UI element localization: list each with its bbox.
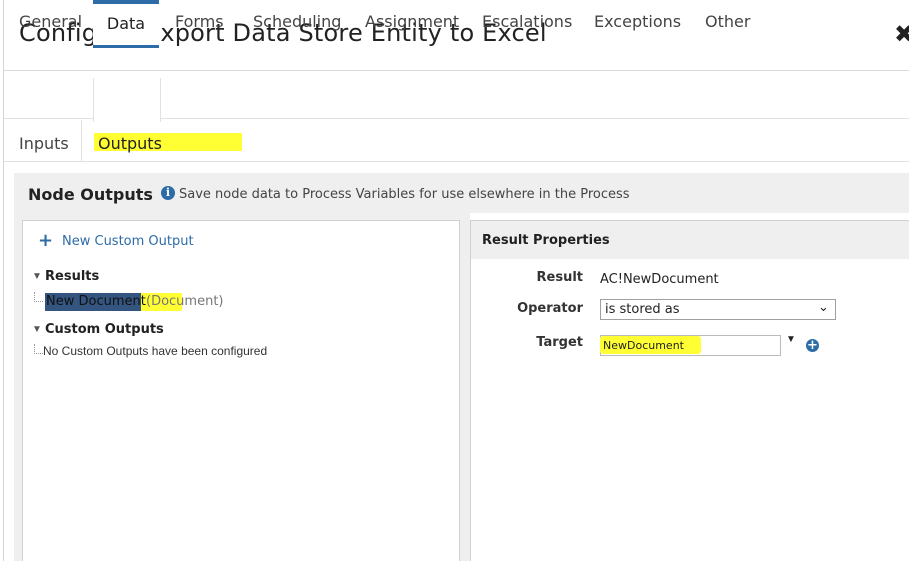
plus-icon[interactable]: + (38, 232, 53, 250)
tree-results-label[interactable]: Results (45, 269, 99, 284)
add-circle-icon[interactable]: + (806, 339, 819, 352)
tab-exceptions[interactable]: Exceptions (594, 0, 681, 40)
target-value[interactable]: NewDocument (603, 339, 684, 352)
target-label: Target (536, 335, 583, 350)
operator-select[interactable]: is stored as (600, 299, 836, 320)
tree-connector (34, 344, 43, 354)
new-custom-output-link[interactable]: New Custom Output (62, 234, 194, 249)
node-outputs-info: Save node data to Process Variables for … (179, 187, 630, 202)
custom-outputs-empty: No Custom Outputs have been configured (43, 344, 268, 358)
collapse-results-icon[interactable]: ▼ (32, 271, 42, 282)
result-value: AC!NewDocument (600, 272, 719, 287)
result-label: Result (536, 270, 584, 285)
operator-label: Operator (517, 301, 583, 316)
tab-assignment[interactable]: Assignment (365, 0, 459, 40)
chevron-down-icon[interactable]: ⌄ (818, 300, 829, 315)
subtab-inputs[interactable]: Inputs (19, 134, 69, 153)
result-properties-title: Result Properties (482, 233, 610, 248)
tree-item-type: (Document) (146, 294, 224, 309)
info-icon: i (161, 186, 175, 200)
tree-item-new-document[interactable]: New Document (46, 294, 146, 309)
subtab-divider (81, 120, 82, 161)
tab-scheduling[interactable]: Scheduling (253, 0, 341, 40)
tree-custom-outputs-label[interactable]: Custom Outputs (45, 322, 164, 337)
tab-data-active-bg (93, 78, 161, 122)
export-config-dialog: Configure Export Data Store Entity to Ex… (0, 0, 909, 561)
tree-connector (34, 292, 43, 302)
tab-data[interactable]: Data (93, 0, 159, 48)
collapse-custom-icon[interactable]: ▼ (32, 324, 42, 335)
caret-down-icon[interactable]: ▼ (786, 334, 796, 345)
node-outputs-title: Node Outputs (28, 185, 153, 204)
close-icon[interactable]: ✖ (894, 20, 909, 48)
panel-gap (460, 213, 470, 561)
tab-escalations[interactable]: Escalations (482, 0, 572, 40)
tab-general[interactable]: General (19, 0, 82, 40)
subtab-outputs[interactable]: Outputs (98, 134, 162, 153)
tab-other[interactable]: Other (705, 0, 750, 40)
tab-forms[interactable]: Forms (175, 0, 224, 40)
